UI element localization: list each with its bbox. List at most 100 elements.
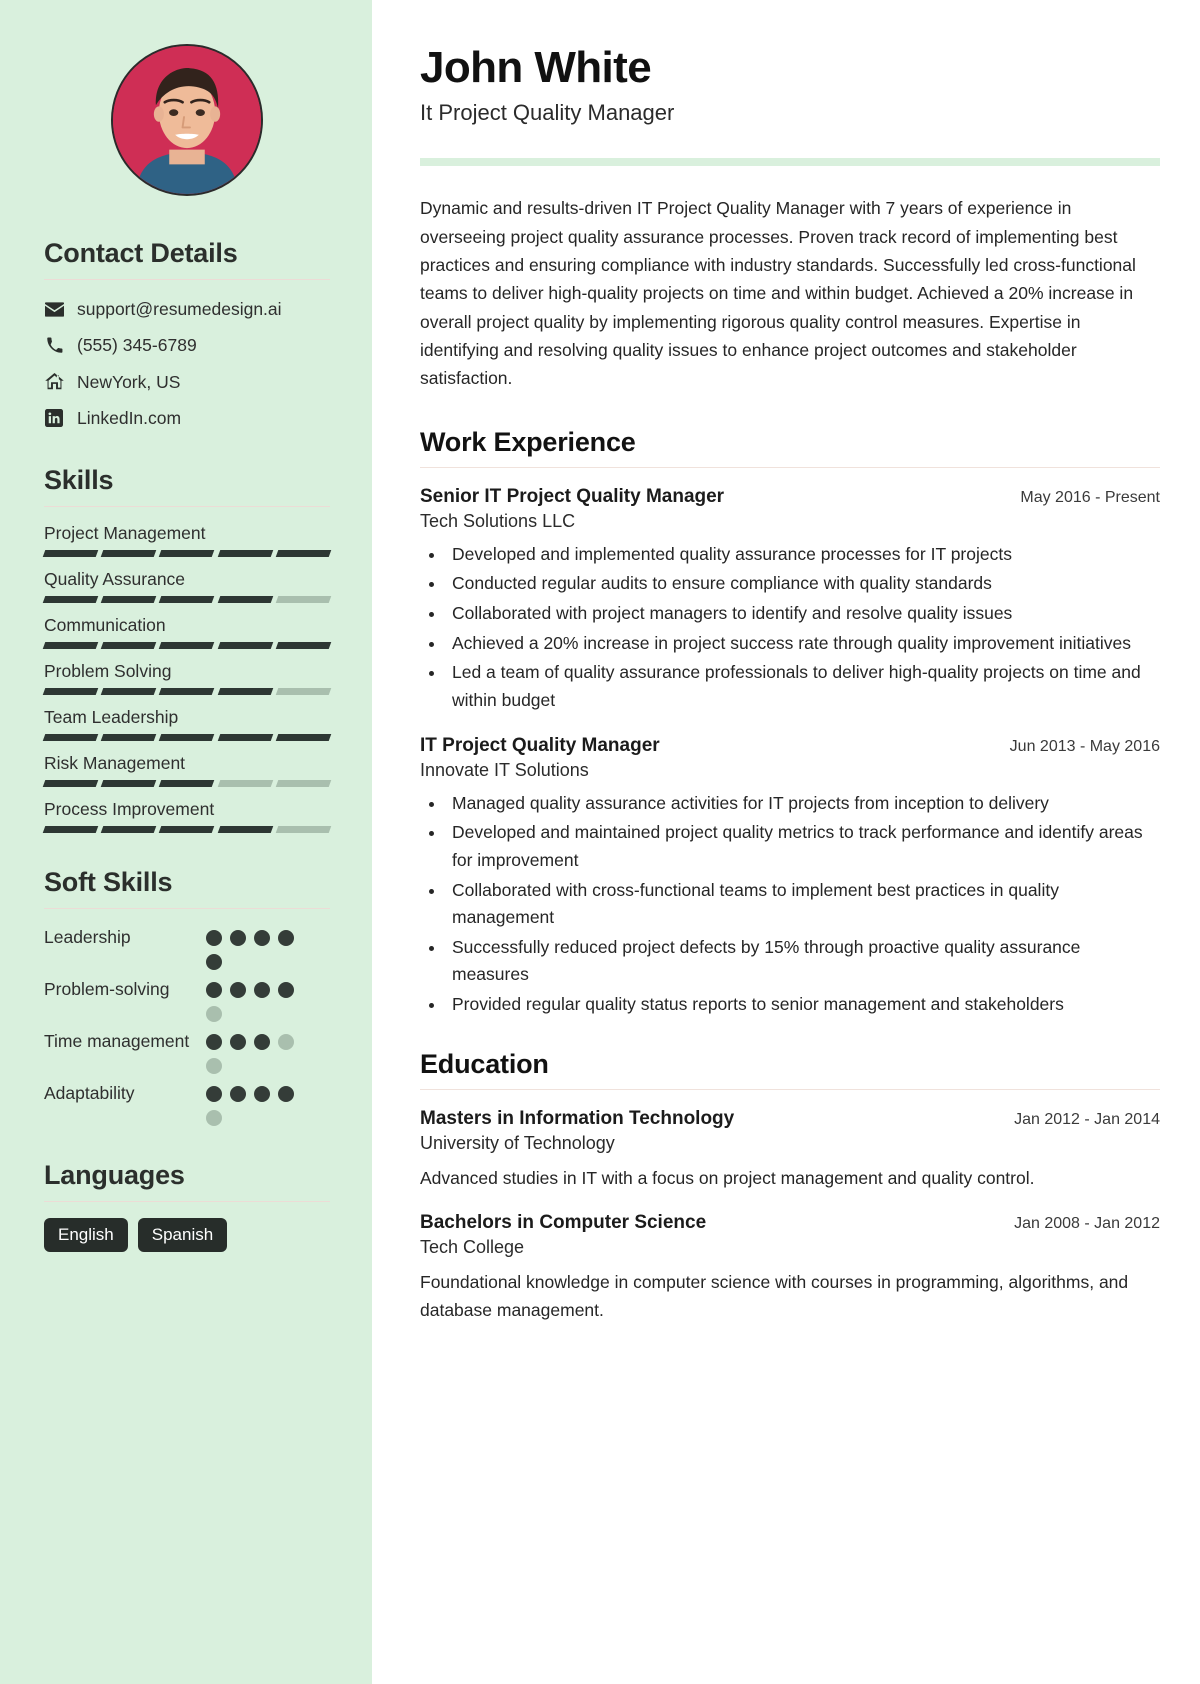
rating-dot — [254, 982, 270, 998]
contact-details-section: Contact Details support@resumedesign.ai … — [44, 238, 330, 431]
work-experience-list: Senior IT Project Quality Manager May 201… — [420, 486, 1160, 1019]
rating-dot — [206, 1086, 222, 1102]
skill-bar-segment — [217, 734, 274, 741]
professional-summary: Dynamic and results-driven IT Project Qu… — [420, 198, 1136, 389]
skill-bar-segment — [100, 550, 157, 557]
contact-value-location: NewYork, US — [77, 371, 181, 392]
skill-bar-segment — [217, 780, 274, 787]
skill-bar-segment — [275, 688, 332, 695]
job-date-range: Jun 2013 - May 2016 — [1009, 737, 1160, 755]
main-content: John White It Project Quality Manager Dy… — [372, 0, 1200, 1684]
education-heading: Education — [420, 1048, 549, 1079]
contact-value-phone: (555) 345-6789 — [77, 335, 197, 356]
soft-skill-label: Adaptability — [44, 1083, 135, 1103]
rating-dot — [206, 1058, 222, 1074]
education-description: Advanced studies in IT with a focus on p… — [420, 1167, 1035, 1188]
institution-name: Tech College — [420, 1236, 525, 1257]
header-divider — [420, 158, 1160, 167]
entry-header: IT Project Quality Manager Jun 2013 - May… — [420, 735, 1160, 757]
skill-label: Problem Solving — [44, 661, 172, 681]
home-icon — [44, 373, 64, 390]
rating-dot — [230, 982, 246, 998]
responsibility-item: Managed quality assurance activities for… — [446, 790, 1160, 818]
rating-dot — [206, 1006, 222, 1022]
work-experience-entry: IT Project Quality Manager Jun 2013 - May… — [420, 735, 1160, 1019]
education-list: Masters in Information Technology Jan 201… — [420, 1108, 1160, 1324]
entry-header: Bachelors in Computer Science Jan 2008 - … — [420, 1212, 1160, 1234]
skill-item: Communication — [42, 615, 332, 649]
education-description: Foundational knowledge in computer scien… — [420, 1271, 1129, 1320]
skill-bar-segment — [100, 780, 157, 787]
soft-skill-label: Time management — [44, 1031, 190, 1051]
rating-dot — [206, 930, 222, 946]
divider — [44, 908, 330, 909]
page-title: John White — [420, 43, 652, 92]
soft-skills-heading: Soft Skills — [44, 867, 173, 897]
skill-bar-segment — [42, 826, 99, 833]
responsibility-item: Led a team of quality assurance professi… — [446, 659, 1160, 714]
skill-bar-segment — [275, 642, 332, 649]
skill-bar-segment — [42, 550, 99, 557]
rating-dot — [206, 954, 222, 970]
divider — [44, 1201, 330, 1202]
job-role: Senior IT Project Quality Manager — [420, 485, 725, 507]
skill-bar-segment — [100, 642, 157, 649]
skill-bar-segment — [275, 734, 332, 741]
education-date-range: Jan 2012 - Jan 2014 — [1014, 1110, 1160, 1128]
skill-bar-segment — [217, 550, 274, 557]
skills-section: Skills Project Management Quality Assuran… — [42, 465, 332, 833]
degree-title: Bachelors in Computer Science — [420, 1211, 707, 1233]
contact-item-location[interactable]: NewYork, US — [44, 369, 330, 395]
skill-bar-segment — [159, 688, 215, 695]
soft-skill-rating — [206, 1081, 300, 1126]
skill-bar-segment — [42, 780, 99, 787]
language-badge: English — [44, 1218, 128, 1253]
job-title: It Project Quality Manager — [420, 100, 675, 126]
work-experience-entry: Senior IT Project Quality Manager May 201… — [420, 486, 1160, 715]
education-section: Education Masters in Information Technol… — [420, 1049, 1160, 1324]
avatar-photo-icon — [113, 46, 261, 194]
education-date-range: Jan 2008 - Jan 2012 — [1014, 1214, 1160, 1232]
skill-level-bar — [42, 642, 332, 649]
skills-heading: Skills — [44, 465, 114, 495]
skill-bar-segment — [42, 642, 99, 649]
sidebar: Contact Details support@resumedesign.ai … — [0, 0, 372, 1684]
skill-level-bar — [42, 596, 332, 603]
language-badge: Spanish — [137, 1218, 228, 1253]
rating-dot — [278, 1086, 294, 1102]
skill-item: Team Leadership — [42, 707, 332, 741]
skill-label: Communication — [44, 615, 166, 635]
divider — [44, 279, 330, 280]
avatar — [111, 44, 263, 196]
skill-label: Quality Assurance — [44, 569, 186, 589]
languages-list: English Spanish — [44, 1218, 330, 1253]
rating-dot — [254, 1086, 270, 1102]
contact-item-phone[interactable]: (555) 345-6789 — [44, 332, 330, 358]
rating-dot — [206, 1110, 222, 1126]
skill-bar-segment — [100, 596, 157, 603]
divider — [420, 466, 1160, 468]
skill-bar-segment — [100, 734, 157, 741]
rating-dot — [278, 930, 294, 946]
education-entry: Masters in Information Technology Jan 201… — [420, 1108, 1160, 1192]
responsibility-item: Provided regular quality status reports … — [446, 991, 1160, 1019]
rating-dot — [254, 930, 270, 946]
skill-label: Project Management — [44, 523, 206, 543]
contact-item-email[interactable]: support@resumedesign.ai — [44, 296, 330, 322]
skills-list: Project Management Quality Assurance Commu… — [42, 523, 332, 833]
skill-level-bar — [42, 780, 332, 787]
divider — [420, 1088, 1160, 1090]
avatar-container — [44, 44, 330, 196]
skill-level-bar — [42, 550, 332, 557]
skill-bar-segment — [217, 642, 274, 649]
institution-name: University of Technology — [420, 1132, 615, 1153]
soft-skill-item: Time management — [44, 1029, 330, 1074]
rating-dot — [230, 1034, 246, 1050]
contact-value-email: support@resumedesign.ai — [77, 299, 282, 319]
contact-item-linkedin[interactable]: LinkedIn.com — [44, 405, 330, 431]
skill-bar-segment — [159, 596, 215, 603]
skill-item: Project Management — [42, 523, 332, 557]
contact-value-linkedin: LinkedIn.com — [77, 407, 182, 428]
responsibility-item: Developed and maintained project quality… — [446, 819, 1160, 874]
rating-dot — [254, 1034, 270, 1050]
